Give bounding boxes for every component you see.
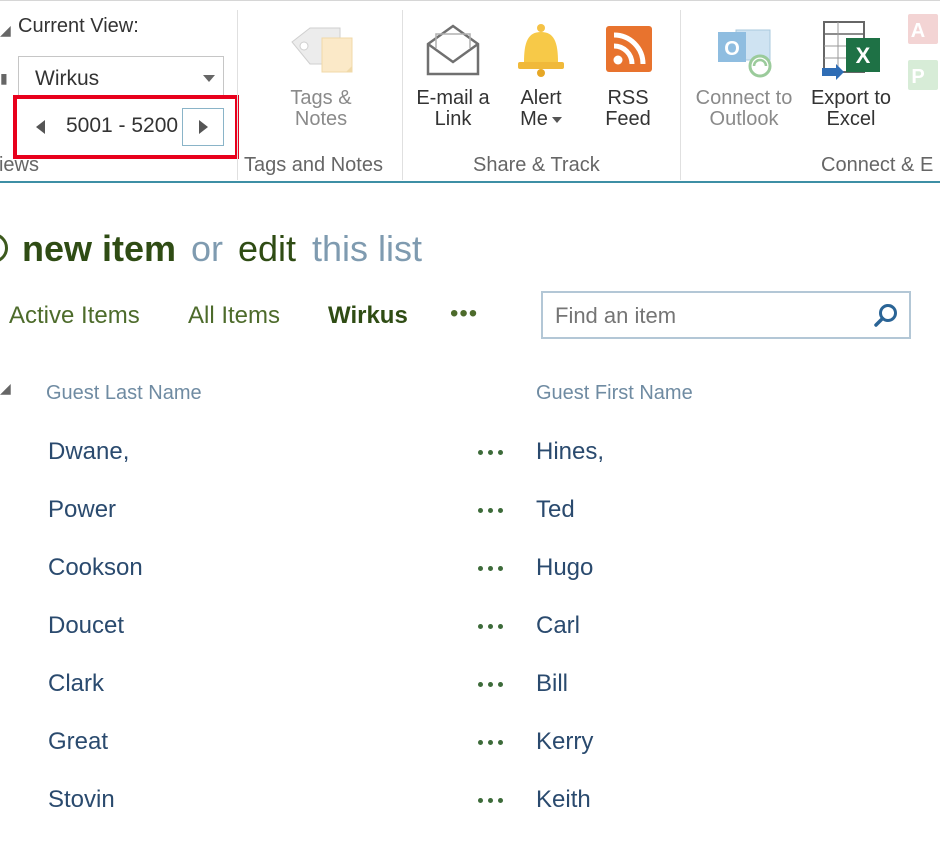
tag-icon <box>291 27 353 73</box>
search-input[interactable] <box>553 302 857 330</box>
excel-icon: X <box>822 21 880 80</box>
current-view-select[interactable]: Wirkus <box>18 56 224 98</box>
connect-outlook-button[interactable]: O Connect to Outlook <box>688 20 800 130</box>
last-name-cell[interactable]: Great <box>48 728 108 756</box>
group-label-connect-export: Connect & E <box>821 154 934 176</box>
last-name-cell[interactable]: Dwane, <box>48 438 129 466</box>
view-format-icon[interactable]: ▮ <box>0 70 8 87</box>
export-excel-button[interactable]: X Export to Excel <box>804 20 898 130</box>
tags-notes-label-2: Notes <box>294 108 348 130</box>
table-row[interactable]: Cookson Hugo <box>0 554 940 612</box>
alert-label-2: Me <box>520 108 548 130</box>
last-name-cell[interactable]: Doucet <box>48 612 124 640</box>
or-text: or <box>191 228 224 269</box>
chevron-down-icon <box>551 116 562 123</box>
view-tab-all-items[interactable]: All Items <box>188 302 280 330</box>
group-label-views: Views <box>0 154 39 176</box>
outlook-icon: O <box>718 29 772 78</box>
svg-text:P: P <box>911 66 924 88</box>
search-box[interactable] <box>541 291 911 339</box>
item-menu-ellipsis-icon[interactable] <box>476 500 508 520</box>
project-icon[interactable]: P <box>906 58 940 92</box>
ribbon-bottom-border <box>0 181 940 183</box>
svg-text:O: O <box>724 38 740 60</box>
last-name-cell[interactable]: Power <box>48 496 116 524</box>
first-name-cell: Bill <box>536 670 569 697</box>
last-name-cell[interactable]: Clark <box>48 670 104 698</box>
last-name-cell[interactable]: Stovin <box>48 786 115 814</box>
view-tab-active-items[interactable]: Active Items <box>9 302 140 330</box>
highlight-box <box>13 95 239 159</box>
group-label-tags-notes: Tags and Notes <box>244 154 383 176</box>
table-row[interactable]: Stovin Keith <box>0 786 940 844</box>
envelope-icon <box>426 24 480 76</box>
group-separator <box>237 10 238 180</box>
ribbon: ◢ Current View: ▮ Wirkus 5001 - 5200 Vie… <box>0 0 940 183</box>
rss-label-1: RSS <box>607 87 649 109</box>
table-row[interactable]: Power Ted <box>0 496 940 554</box>
new-item-link[interactable]: new item <box>22 228 176 270</box>
tags-notes-label-1: Tags & <box>290 87 352 109</box>
last-name-cell[interactable]: Cookson <box>48 554 143 582</box>
this-list-text: this list <box>312 228 423 269</box>
add-circle-icon[interactable] <box>0 233 8 263</box>
first-name-cell: Kerry <box>536 728 594 755</box>
email-link-button[interactable]: E-mail a Link <box>410 20 496 130</box>
more-views-button[interactable]: ••• <box>450 300 478 328</box>
table-row[interactable]: Great Kerry <box>0 728 940 786</box>
item-menu-ellipsis-icon[interactable] <box>476 674 508 694</box>
item-menu-ellipsis-icon[interactable] <box>476 558 508 578</box>
excel-label-1: Export to <box>810 87 892 109</box>
tags-notes-button[interactable]: Tags & Notes <box>276 20 366 130</box>
column-header-first-name[interactable]: Guest First Name <box>536 382 693 405</box>
table-row[interactable]: Clark Bill <box>0 670 940 728</box>
email-label-1: E-mail a <box>416 87 490 109</box>
group-separator <box>680 10 681 180</box>
view-tab-wirkus[interactable]: Wirkus <box>328 302 408 330</box>
svg-text:X: X <box>856 43 871 68</box>
bell-icon <box>518 24 564 77</box>
svg-text:A: A <box>911 20 925 42</box>
rss-icon <box>606 26 652 72</box>
ribbon-top-border <box>0 0 940 1</box>
outlook-label-2: Outlook <box>709 108 779 130</box>
item-menu-ellipsis-icon[interactable] <box>476 732 508 752</box>
excel-label-2: Excel <box>826 108 876 130</box>
current-view-value: Wirkus <box>35 67 100 90</box>
rss-feed-button[interactable]: RSS Feed <box>592 20 664 130</box>
rss-label-2: Feed <box>605 108 651 130</box>
item-menu-ellipsis-icon[interactable] <box>476 790 508 810</box>
first-name-cell: Carl <box>536 612 581 639</box>
column-header-last-name[interactable]: Guest Last Name <box>46 382 202 405</box>
first-name-cell: Ted <box>536 496 575 523</box>
email-label-2: Link <box>434 108 472 130</box>
select-all-checkbox[interactable]: ◢ <box>0 380 11 397</box>
current-view-arrow-icon: ◢ <box>0 22 11 38</box>
current-view-label: Current View: <box>18 15 139 37</box>
item-menu-ellipsis-icon[interactable] <box>476 442 508 462</box>
search-icon[interactable] <box>873 303 899 329</box>
edit-list-link[interactable]: edit <box>238 228 296 270</box>
group-separator <box>402 10 403 180</box>
access-icon[interactable]: A <box>906 12 940 46</box>
table-row[interactable]: Dwane, Hines, <box>0 438 940 496</box>
table-row[interactable]: Doucet Carl <box>0 612 940 670</box>
alert-label-1: Alert <box>520 87 562 109</box>
group-label-share-track: Share & Track <box>473 154 600 176</box>
outlook-label-1: Connect to <box>695 87 793 109</box>
chevron-down-icon <box>203 75 215 82</box>
first-name-cell: Keith <box>536 786 591 813</box>
first-name-cell: Hugo <box>536 554 594 581</box>
first-name-cell: Hines, <box>536 438 605 465</box>
item-menu-ellipsis-icon[interactable] <box>476 616 508 636</box>
alert-me-button[interactable]: Alert Me <box>506 20 576 130</box>
